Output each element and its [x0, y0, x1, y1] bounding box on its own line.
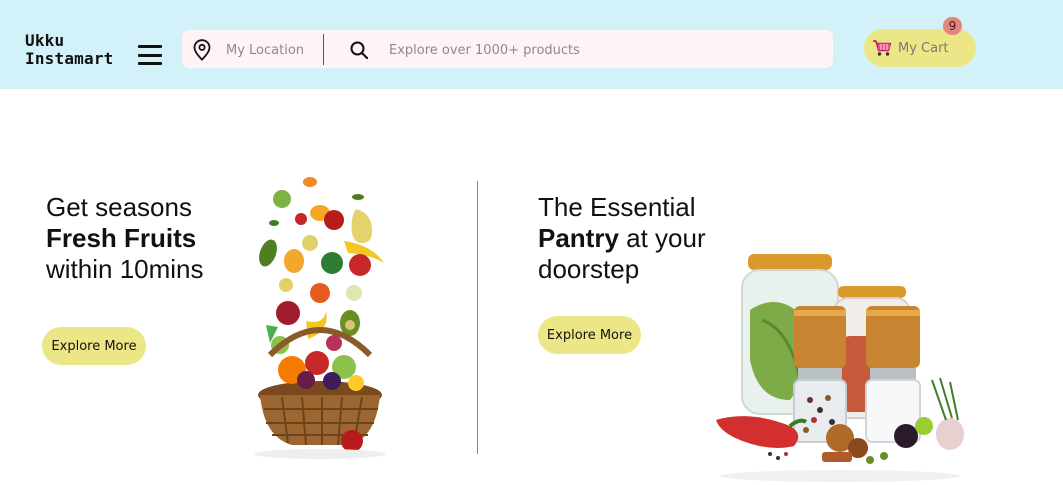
pantry-title-line-1: The Essential: [538, 192, 696, 222]
search-input[interactable]: [389, 39, 789, 61]
shopping-cart-icon: [873, 40, 892, 56]
pantry-jars-image: [716, 254, 964, 482]
explore-pantry-button[interactable]: Explore More: [538, 316, 641, 354]
explore-fruits-button[interactable]: Explore More: [42, 327, 146, 365]
pantry-promo-title: The Essential Pantry at your doorstep: [538, 192, 706, 285]
fruit-basket-image: [254, 177, 386, 459]
search-divider: [323, 34, 324, 65]
pantry-title-line-3: doorstep: [538, 254, 640, 284]
pantry-title-line-2: at your: [618, 223, 706, 253]
fruits-title-line-3: within 10mins: [46, 254, 204, 284]
pantry-title-bold: Pantry: [538, 223, 619, 253]
cart-label: My Cart: [898, 41, 949, 56]
search-bar: My Location: [182, 30, 833, 68]
logo-line-2: Instamart: [25, 49, 114, 68]
location-selector[interactable]: My Location: [226, 43, 304, 58]
cart-button[interactable]: My Cart: [864, 29, 976, 67]
top-header: Ukku Instamart My Location My Cart 9: [0, 0, 1063, 89]
location-pin-icon[interactable]: [193, 39, 211, 61]
brand-logo[interactable]: Ukku Instamart: [25, 32, 114, 68]
fruits-promo-title: Get seasons Fresh Fruits within 10mins: [46, 192, 204, 285]
logo-line-1: Ukku: [25, 31, 65, 50]
search-icon[interactable]: [350, 41, 368, 59]
hamburger-icon[interactable]: [138, 45, 162, 65]
fruits-title-line-1: Get seasons: [46, 192, 192, 222]
cart-count-badge: 9: [943, 17, 962, 35]
fruits-title-bold: Fresh Fruits: [46, 223, 197, 253]
promo-divider: [477, 181, 478, 454]
